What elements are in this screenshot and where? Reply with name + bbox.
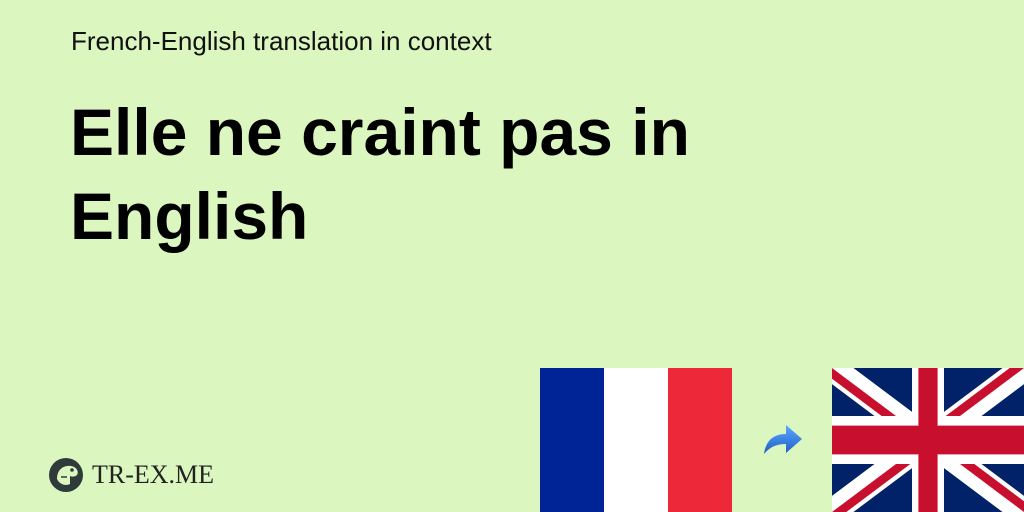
- page-subtitle: French-English translation in context: [71, 26, 492, 56]
- brand-name: TR-EX.ME: [92, 460, 215, 489]
- brand-logo[interactable]: TR-EX.ME: [48, 457, 214, 493]
- uk-flag-icon: [832, 368, 1024, 512]
- curved-arrow-right-icon: [764, 425, 802, 454]
- dinosaur-head-icon: [49, 458, 83, 492]
- france-flag-icon: [540, 368, 732, 512]
- page-title: Elle ne craint pas in English: [70, 95, 690, 253]
